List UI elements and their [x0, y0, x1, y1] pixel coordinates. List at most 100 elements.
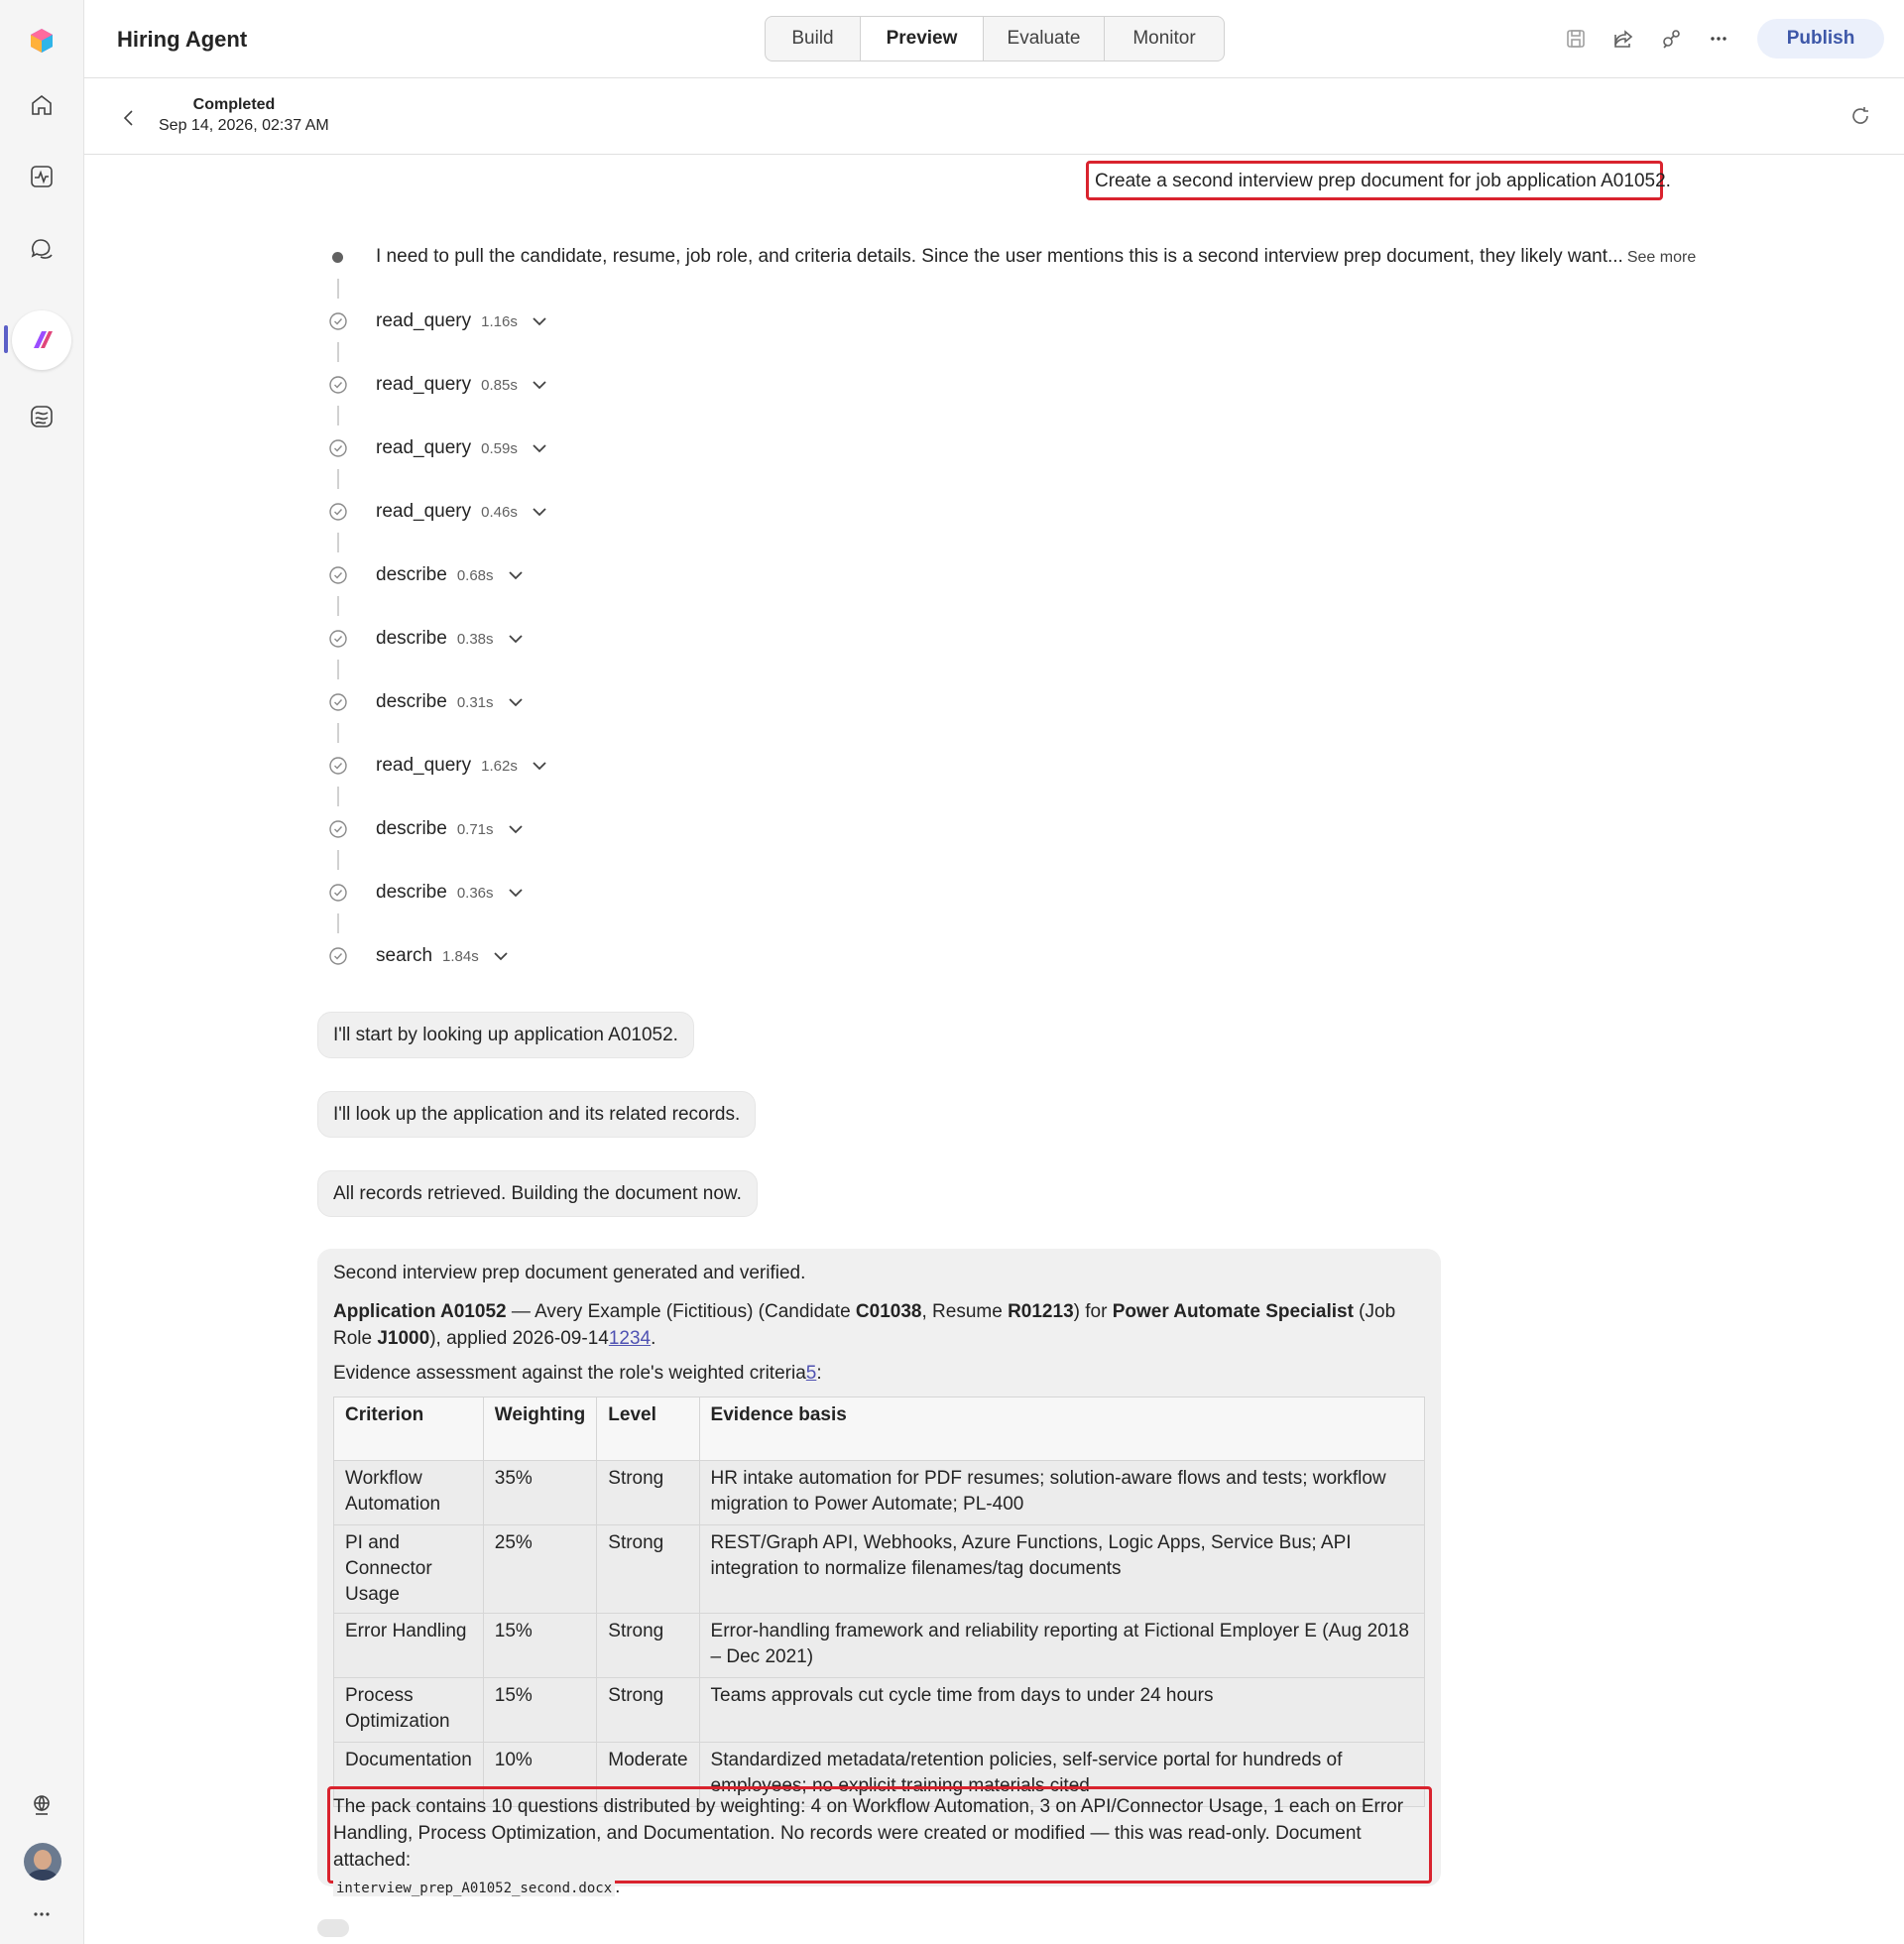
publish-button[interactable]: Publish: [1757, 19, 1884, 59]
table-cell: Error-handling framework and reliability…: [698, 1613, 1426, 1678]
top-bar: Hiring Agent Build Preview Evaluate Moni…: [84, 0, 1904, 78]
tab-evaluate[interactable]: Evaluate: [984, 17, 1105, 61]
step-name: read_query: [376, 374, 472, 395]
step-item[interactable]: read_query 1.62s: [376, 753, 549, 779]
agent-icon[interactable]: [12, 310, 71, 370]
step-time: 1.16s: [481, 312, 518, 330]
chevron-down-icon[interactable]: [506, 565, 526, 585]
typing-indicator: [317, 1919, 349, 1937]
step-item[interactable]: read_query 0.46s: [376, 499, 549, 525]
step-time: 0.68s: [456, 566, 494, 584]
step-name: describe: [376, 818, 447, 839]
step-item[interactable]: describe 0.68s: [376, 562, 526, 588]
chevron-down-icon[interactable]: [530, 375, 549, 395]
connect-icon[interactable]: [1658, 26, 1684, 52]
see-more-link[interactable]: See more: [1627, 249, 1696, 266]
step-item[interactable]: describe 0.31s: [376, 689, 526, 715]
step-name: describe: [376, 564, 447, 585]
copilot-logo-icon[interactable]: [20, 19, 63, 62]
table-cell: Teams approvals cut cycle time from days…: [698, 1677, 1426, 1743]
chat-icon[interactable]: [20, 226, 63, 270]
step-time: 0.71s: [456, 820, 494, 838]
step-item[interactable]: search 1.84s: [376, 943, 511, 969]
app-title: Hiring Agent: [117, 27, 248, 52]
chevron-down-icon[interactable]: [530, 756, 549, 776]
criteria-table: Criterion Weighting Level Evidence basis…: [333, 1397, 1426, 1807]
save-icon[interactable]: [1563, 26, 1589, 52]
step-connector: [337, 533, 339, 552]
step-connector: [337, 850, 339, 870]
agent-answer: Second interview prep document generated…: [317, 1249, 1441, 1897]
step-item[interactable]: describe 0.38s: [376, 626, 526, 652]
table-cell: Strong: [596, 1460, 700, 1525]
table-cell: 15%: [482, 1677, 598, 1743]
step-item[interactable]: describe 0.36s: [376, 880, 526, 906]
answer-intro: Second interview prep document generated…: [333, 1263, 806, 1283]
globe-icon[interactable]: [20, 1783, 63, 1827]
step-item[interactable]: read_query 0.85s: [376, 372, 549, 398]
chevron-down-icon[interactable]: [506, 692, 526, 712]
step-time: 0.46s: [481, 503, 518, 521]
attachment-filename[interactable]: interview_prep_A01052_second.docx: [333, 1881, 616, 1896]
table-row: PI and Connector Usage 25% Strong REST/G…: [333, 1524, 1426, 1614]
step-connector: [337, 787, 339, 806]
tab-preview[interactable]: Preview: [861, 17, 984, 61]
table-header-row: Criterion Weighting Level Evidence basis: [333, 1397, 1426, 1461]
column-header: Level: [596, 1397, 700, 1461]
citation-link[interactable]: 1234: [609, 1328, 651, 1349]
refresh-icon[interactable]: [1847, 103, 1873, 129]
step-time: 0.59s: [481, 439, 518, 457]
text-fragment: ) for: [1073, 1301, 1113, 1322]
resume-id: R01213: [1008, 1301, 1074, 1322]
text-fragment: .: [651, 1328, 656, 1349]
step-check-icon: [328, 375, 348, 395]
activity-icon[interactable]: [20, 155, 63, 198]
back-icon[interactable]: [116, 105, 142, 131]
column-header: Evidence basis: [698, 1397, 1426, 1461]
step-item[interactable]: read_query 1.16s: [376, 308, 549, 334]
library-icon[interactable]: [20, 395, 63, 438]
chevron-down-icon[interactable]: [506, 819, 526, 839]
table-cell: PI and Connector Usage: [333, 1524, 484, 1614]
chevron-down-icon[interactable]: [530, 502, 549, 522]
step-time: 1.84s: [442, 947, 479, 965]
table-cell: Process Optimization: [333, 1677, 484, 1743]
table-cell: Strong: [596, 1524, 700, 1614]
chevron-down-icon[interactable]: [491, 946, 511, 966]
step-connector: [337, 723, 339, 743]
chevron-down-icon[interactable]: [506, 629, 526, 649]
chevron-down-icon[interactable]: [530, 438, 549, 458]
step-time: 0.31s: [456, 693, 494, 711]
step-connector: [337, 913, 339, 933]
citation-link[interactable]: 5: [806, 1363, 817, 1384]
summary-end: .: [615, 1877, 621, 1897]
table-cell: 25%: [482, 1524, 598, 1614]
share-icon[interactable]: [1610, 26, 1636, 52]
step-time: 0.85s: [481, 376, 518, 394]
user-avatar[interactable]: [24, 1843, 61, 1881]
step-item[interactable]: read_query 0.59s: [376, 435, 549, 461]
home-icon[interactable]: [20, 83, 63, 127]
step-time: 0.38s: [456, 630, 494, 648]
step-check-icon: [328, 629, 348, 649]
step-check-icon: [328, 819, 348, 839]
thought-dot-icon: [332, 252, 343, 263]
evidence-intro: Evidence assessment against the role's w…: [333, 1363, 822, 1385]
table-cell: 35%: [482, 1460, 598, 1525]
column-header: Criterion: [333, 1397, 484, 1461]
more-options-icon[interactable]: [1706, 26, 1731, 52]
step-connector: [337, 660, 339, 679]
column-header: Weighting: [482, 1397, 598, 1461]
tab-monitor[interactable]: Monitor: [1105, 17, 1224, 61]
table-row: Workflow Automation 35% Strong HR intake…: [333, 1460, 1426, 1525]
agent-message: I'll start by looking up application A01…: [317, 1012, 694, 1058]
chevron-down-icon[interactable]: [506, 883, 526, 903]
step-time: 0.36s: [456, 884, 494, 902]
step-check-icon: [328, 502, 348, 522]
chevron-down-icon[interactable]: [530, 311, 549, 331]
tab-build[interactable]: Build: [766, 17, 861, 61]
step-item[interactable]: describe 0.71s: [376, 816, 526, 842]
text-fragment: , Resume: [921, 1301, 1009, 1322]
more-apps-icon[interactable]: [20, 1892, 63, 1936]
agent-message: I'll look up the application and its rel…: [317, 1091, 757, 1138]
